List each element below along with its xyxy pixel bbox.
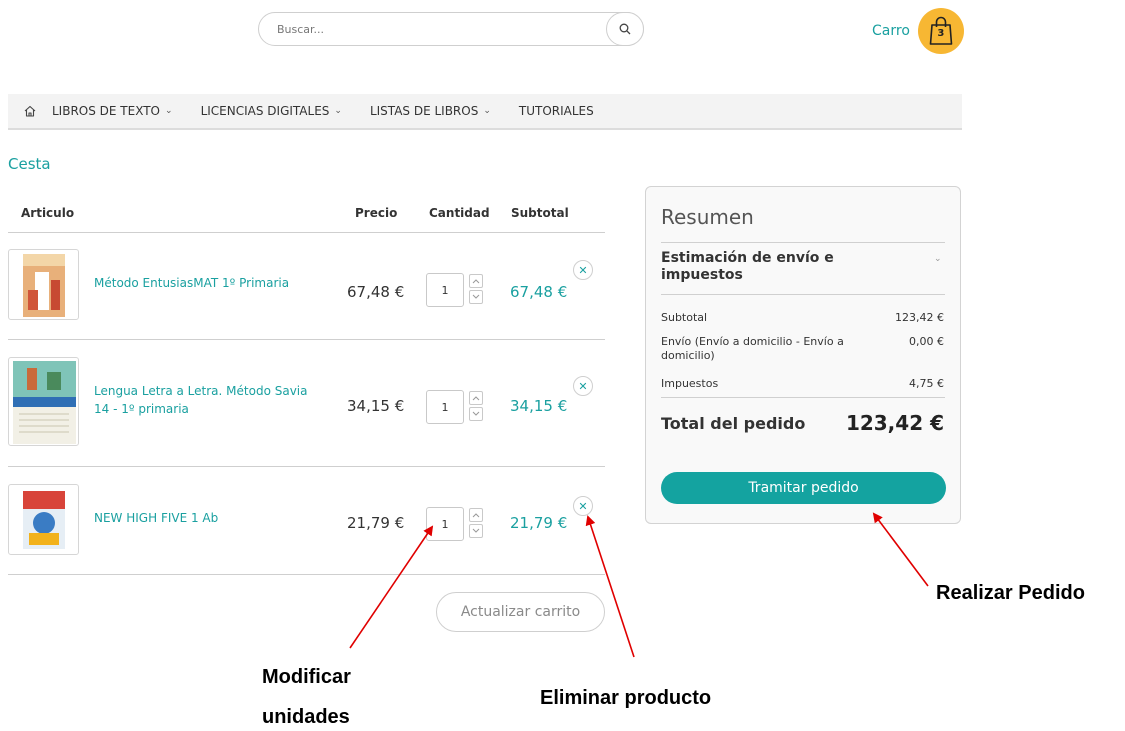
- quantity-decrease-button[interactable]: [469, 407, 483, 421]
- close-icon: ✕: [578, 263, 588, 277]
- remove-item-button[interactable]: ✕: [573, 376, 593, 396]
- nav-item-label: LISTAS DE LIBROS: [369, 104, 479, 118]
- breadcrumb: Cesta: [8, 155, 51, 173]
- chevron-down-icon: [472, 411, 480, 416]
- annotation-modify-units-line2: unidades: [262, 706, 350, 728]
- book-cover-image: [13, 361, 76, 444]
- home-icon: [24, 105, 36, 117]
- close-icon: ✕: [578, 499, 588, 513]
- column-header-item: Articulo: [21, 206, 75, 220]
- annotation-modify-units-line1: Modificar: [262, 666, 351, 688]
- nav-item-label: TUTORIALES: [518, 104, 594, 118]
- nav-item-listas-de-libros[interactable]: LISTAS DE LIBROS ⌄: [370, 104, 491, 118]
- order-total-value: 123,42 €: [845, 411, 944, 435]
- column-header-subtotal: Subtotal: [511, 206, 569, 220]
- cart-link[interactable]: Carro 3: [872, 8, 964, 54]
- search-input[interactable]: [277, 13, 577, 45]
- product-name-link[interactable]: Método EntusiasMAT 1º Primaria: [94, 274, 324, 292]
- quantity-field: [426, 273, 464, 307]
- chevron-down-icon: ⌄: [483, 106, 491, 116]
- product-thumbnail[interactable]: [8, 357, 79, 446]
- divider: [8, 574, 605, 575]
- arrow-place-order: [872, 512, 929, 587]
- product-price: 34,15 €: [347, 397, 405, 415]
- chevron-down-icon: ⌄: [165, 106, 173, 116]
- quantity-field: [426, 507, 464, 541]
- divider: [8, 232, 605, 233]
- chevron-up-icon: [472, 279, 480, 284]
- product-subtotal: 67,48 €: [510, 283, 568, 301]
- divider: [661, 242, 945, 243]
- column-header-price: Precio: [355, 206, 398, 220]
- product-name-link[interactable]: NEW HIGH FIVE 1 Ab: [94, 509, 324, 527]
- column-header-qty: Cantidad: [429, 206, 490, 220]
- close-icon: ✕: [578, 379, 588, 393]
- tax-value: 4,75 €: [909, 377, 944, 390]
- nav-item-label: LIBROS DE TEXTO: [52, 104, 161, 118]
- nav-item-licencias-digitales[interactable]: LICENCIAS DIGITALES ⌄: [201, 104, 342, 118]
- divider: [661, 397, 945, 398]
- summary-title: Resumen: [661, 205, 754, 229]
- product-subtotal: 34,15 €: [510, 397, 568, 415]
- product-thumbnail[interactable]: [8, 484, 79, 555]
- chevron-down-icon[interactable]: ⌄: [934, 254, 942, 264]
- order-summary: Resumen Estimación de envío e impuestos …: [645, 186, 961, 524]
- chevron-down-icon: [472, 528, 480, 533]
- nav-item-libros-de-texto[interactable]: LIBROS DE TEXTO ⌄: [52, 104, 173, 118]
- divider: [8, 466, 605, 467]
- divider: [8, 339, 605, 340]
- quantity-decrease-button[interactable]: [469, 290, 483, 304]
- nav-item-tutoriales[interactable]: TUTORIALES: [519, 104, 594, 118]
- search-button[interactable]: [606, 12, 644, 46]
- chevron-up-icon: [472, 513, 480, 518]
- update-cart-button[interactable]: Actualizar carrito: [436, 592, 605, 632]
- quantity-decrease-button[interactable]: [469, 524, 483, 538]
- quantity-increase-button[interactable]: [469, 391, 483, 405]
- checkout-button[interactable]: Tramitar pedido: [661, 472, 946, 504]
- chevron-down-icon: [472, 294, 480, 299]
- cart-count-badge: 3: [937, 28, 945, 39]
- product-price: 21,79 €: [347, 514, 405, 532]
- nav-home[interactable]: [8, 93, 52, 129]
- divider: [661, 294, 945, 295]
- chevron-up-icon: [472, 396, 480, 401]
- product-name-link[interactable]: Lengua Letra a Letra. Método Savia 14 - …: [94, 382, 324, 418]
- annotation-remove-product: Eliminar producto: [540, 687, 712, 709]
- subtotal-label: Subtotal: [661, 311, 708, 324]
- annotation-place-order: Realizar Pedido: [936, 582, 1085, 604]
- quantity-field: [426, 390, 464, 424]
- cart-bag-icon[interactable]: 3: [917, 8, 964, 54]
- nav-item-label: LICENCIAS DIGITALES: [200, 104, 330, 118]
- chevron-down-icon: ⌄: [334, 106, 342, 116]
- main-nav: LIBROS DE TEXTO ⌄ LICENCIAS DIGITALES ⌄ …: [8, 94, 962, 130]
- cart-label: Carro: [872, 23, 910, 39]
- shipping-label: Envío (Envío a domicilio - Envío a domic…: [661, 335, 844, 362]
- remove-item-button[interactable]: ✕: [573, 260, 593, 280]
- quantity-input[interactable]: [427, 508, 463, 540]
- book-cover-image: [23, 491, 65, 549]
- remove-item-button[interactable]: ✕: [573, 496, 593, 516]
- tax-label: Impuestos: [661, 377, 719, 390]
- book-cover-image: [23, 254, 65, 317]
- search-bar: [258, 12, 644, 46]
- shipping-estimate-toggle[interactable]: Estimación de envío e impuestos: [661, 250, 901, 284]
- arrow-modify-units: [349, 525, 434, 649]
- quantity-input[interactable]: [427, 391, 463, 423]
- order-total-label: Total del pedido: [661, 414, 806, 433]
- product-price: 67,48 €: [347, 283, 405, 301]
- arrow-remove-product: [585, 515, 635, 658]
- subtotal-value: 123,42 €: [895, 311, 944, 324]
- product-thumbnail[interactable]: [8, 249, 79, 320]
- product-subtotal: 21,79 €: [510, 514, 568, 532]
- shipping-value: 0,00 €: [909, 335, 944, 348]
- search-icon: [619, 23, 631, 35]
- quantity-increase-button[interactable]: [469, 274, 483, 288]
- quantity-increase-button[interactable]: [469, 508, 483, 522]
- quantity-input[interactable]: [427, 274, 463, 306]
